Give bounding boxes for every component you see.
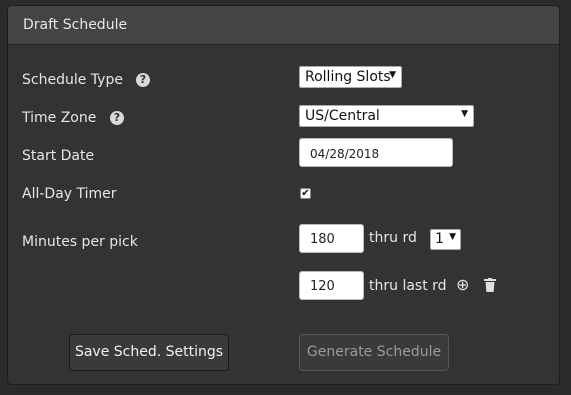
schedule-type-value: Rolling Slots [305,69,391,85]
chevron-down-icon: ▼ [461,109,468,119]
time-zone-help-icon[interactable]: ? [110,111,124,125]
minutes-per-pick-label: Minutes per pick [22,234,138,250]
panel-title: Draft Schedule [23,17,128,33]
start-date-value: 04/28/2018 [310,147,380,161]
trash-icon[interactable] [484,278,496,295]
thru-rd-label: thru rd [369,230,417,246]
add-icon[interactable]: ⊕ [456,277,469,293]
chevron-down-icon: ▼ [449,232,456,242]
thru-last-rd-label: thru last rd [369,278,447,294]
round-select[interactable]: 1 ▼ [430,229,461,250]
schedule-type-label: Schedule Type [22,72,123,88]
save-settings-button[interactable]: Save Sched. Settings [69,334,229,371]
time-zone-select[interactable]: US/Central ▼ [299,105,474,127]
round-value: 1 [435,231,444,247]
start-date-input[interactable]: 04/28/2018 [299,138,453,167]
all-day-timer-label: All-Day Timer [22,186,117,202]
schedule-type-help-icon[interactable]: ? [136,73,150,87]
panel-header: Draft Schedule [8,6,559,45]
chevron-down-icon: ▼ [389,70,396,80]
minutes-value-2: 120 [310,279,335,294]
schedule-type-select[interactable]: Rolling Slots ▼ [299,66,402,88]
time-zone-label: Time Zone [22,110,97,126]
minutes-value-1: 180 [310,232,335,247]
minutes-per-pick-input-2[interactable]: 120 [299,271,364,300]
all-day-timer-checkbox[interactable]: ✔ [300,188,311,199]
minutes-per-pick-input-1[interactable]: 180 [299,224,364,253]
start-date-label: Start Date [22,148,95,164]
time-zone-value: US/Central [305,108,380,124]
generate-schedule-button[interactable]: Generate Schedule [299,334,449,371]
